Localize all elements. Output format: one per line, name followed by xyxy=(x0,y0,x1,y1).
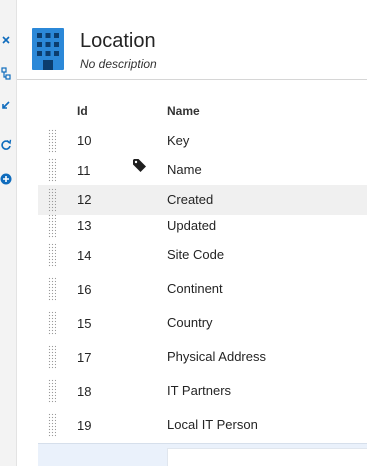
drag-handle-icon[interactable] xyxy=(48,413,56,437)
refresh-icon[interactable] xyxy=(0,138,12,152)
entity-description[interactable]: No description xyxy=(80,57,157,71)
table-row[interactable]: 18 IT Partners xyxy=(38,376,367,406)
drag-handle-icon[interactable] xyxy=(48,214,56,238)
drag-handle-icon[interactable] xyxy=(48,277,56,301)
add-circle-icon[interactable] xyxy=(0,172,12,186)
drag-handle-icon[interactable] xyxy=(48,311,56,335)
row-id: 13 xyxy=(77,218,92,233)
page-title: Location xyxy=(80,30,156,52)
row-id: 14 xyxy=(77,248,92,263)
new-row-name-field[interactable] xyxy=(167,448,367,466)
row-id: 10 xyxy=(77,133,92,148)
row-id: 12 xyxy=(77,192,92,207)
drag-handle-icon[interactable] xyxy=(48,379,56,403)
row-name: Name xyxy=(167,162,202,177)
building-icon xyxy=(32,28,64,70)
row-id: 18 xyxy=(77,384,92,399)
row-id: 17 xyxy=(77,350,92,365)
row-id: 19 xyxy=(77,418,92,433)
row-name: Site Code xyxy=(167,247,225,262)
collapse-icon[interactable] xyxy=(0,33,12,47)
row-name: Updated xyxy=(167,218,217,233)
table-row[interactable]: 11 Name xyxy=(38,155,367,185)
row-name: Country xyxy=(167,315,213,330)
row-name: Physical Address xyxy=(167,349,266,364)
row-name: Created xyxy=(167,192,214,207)
column-header-id[interactable]: Id xyxy=(77,104,88,118)
table-row[interactable]: 15 Country xyxy=(38,308,367,338)
table-row[interactable]: 13 Updated xyxy=(38,211,367,241)
table-row[interactable]: 17 Physical Address xyxy=(38,342,367,372)
row-id: 16 xyxy=(77,282,92,297)
drag-handle-icon[interactable] xyxy=(48,188,56,212)
table-row[interactable]: 14 Site Code xyxy=(38,240,367,270)
new-row-area[interactable] xyxy=(38,443,367,466)
column-header-name[interactable]: Name xyxy=(167,104,200,118)
hierarchy-icon[interactable] xyxy=(0,67,12,81)
row-id: 11 xyxy=(77,163,91,178)
row-name: IT Partners xyxy=(167,383,232,398)
row-id: 15 xyxy=(77,316,92,331)
row-name: Continent xyxy=(167,281,223,296)
table-row[interactable]: 16 Continent xyxy=(38,274,367,304)
left-toolbar xyxy=(0,0,17,466)
drag-handle-icon[interactable] xyxy=(48,129,56,153)
arrow-down-left-icon[interactable] xyxy=(0,98,12,112)
table-row[interactable]: 19 Local IT Person xyxy=(38,410,367,440)
tag-icon xyxy=(133,159,146,172)
drag-handle-icon[interactable] xyxy=(48,158,56,182)
entity-header: Location No description xyxy=(17,0,367,80)
row-name: Local IT Person xyxy=(167,417,258,432)
row-name: Key xyxy=(167,133,190,148)
table-row[interactable]: 10 Key xyxy=(38,126,367,156)
drag-handle-icon[interactable] xyxy=(48,243,56,267)
drag-handle-icon[interactable] xyxy=(48,345,56,369)
